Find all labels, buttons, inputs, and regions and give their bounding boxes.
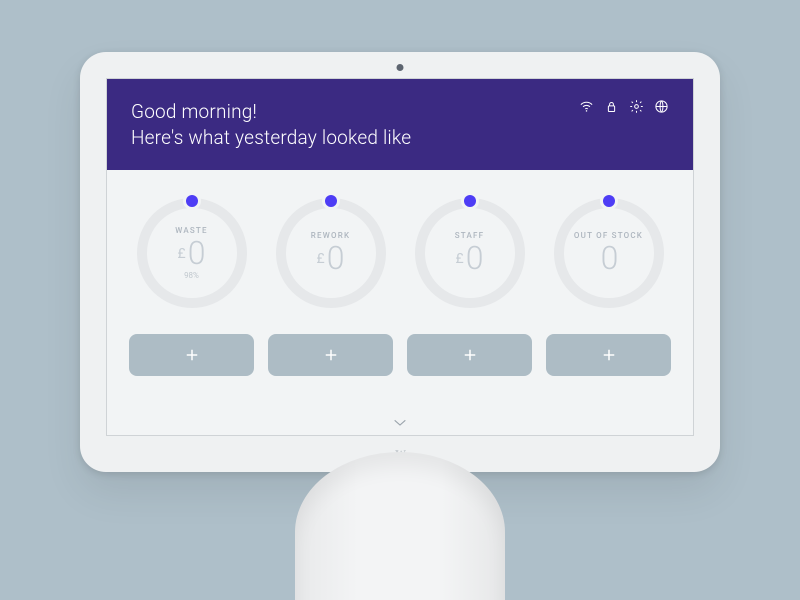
plus-icon (322, 346, 340, 364)
metric-rework[interactable]: REWORK £ 0 (268, 198, 393, 308)
plus-icon (183, 346, 201, 364)
currency-symbol: £ (456, 252, 464, 266)
metric-number: 0 (601, 242, 619, 274)
device-frame: Good morning! Here's what yesterday look… (80, 52, 720, 472)
metric-out-of-stock[interactable]: OUT OF STOCK 0 (546, 198, 671, 308)
device-stand (295, 452, 505, 600)
add-rework-button[interactable] (268, 334, 393, 376)
metric-row: WASTE £ 0 98% REW (107, 170, 693, 316)
metric-number: 0 (327, 242, 345, 274)
lock-icon (604, 99, 619, 118)
metric-waste[interactable]: WASTE £ 0 98% (129, 198, 254, 308)
metric-value: £ 0 (317, 242, 345, 274)
add-out-of-stock-button[interactable] (546, 334, 671, 376)
plus-icon (600, 346, 618, 364)
chevron-down-icon[interactable] (392, 413, 408, 432)
plus-icon (461, 346, 479, 364)
header-greeting: Good morning! Here's what yesterday look… (131, 99, 411, 150)
metric-value: 0 (599, 242, 619, 274)
metric-staff[interactable]: STAFF £ 0 (407, 198, 532, 308)
add-waste-button[interactable] (129, 334, 254, 376)
header-bar: Good morning! Here's what yesterday look… (107, 79, 693, 170)
add-staff-button[interactable] (407, 334, 532, 376)
camera-dot (397, 64, 404, 71)
gear-icon[interactable] (629, 99, 644, 118)
metric-number: 0 (466, 242, 484, 274)
currency-symbol: £ (317, 252, 325, 266)
metric-value: £ 0 (456, 242, 484, 274)
header-line-1: Good morning! (131, 99, 411, 125)
currency-symbol: £ (178, 247, 186, 261)
metric-value: £ 0 (178, 237, 206, 269)
status-icons (579, 99, 669, 118)
globe-icon[interactable] (654, 99, 669, 118)
header-line-2: Here's what yesterday looked like (131, 125, 411, 151)
add-button-row (107, 316, 693, 376)
wifi-icon (579, 99, 594, 118)
screen: Good morning! Here's what yesterday look… (106, 78, 694, 436)
metric-number: 0 (188, 237, 206, 269)
dashboard-content: WASTE £ 0 98% REW (107, 170, 693, 435)
metric-sublabel: 98% (184, 271, 199, 280)
